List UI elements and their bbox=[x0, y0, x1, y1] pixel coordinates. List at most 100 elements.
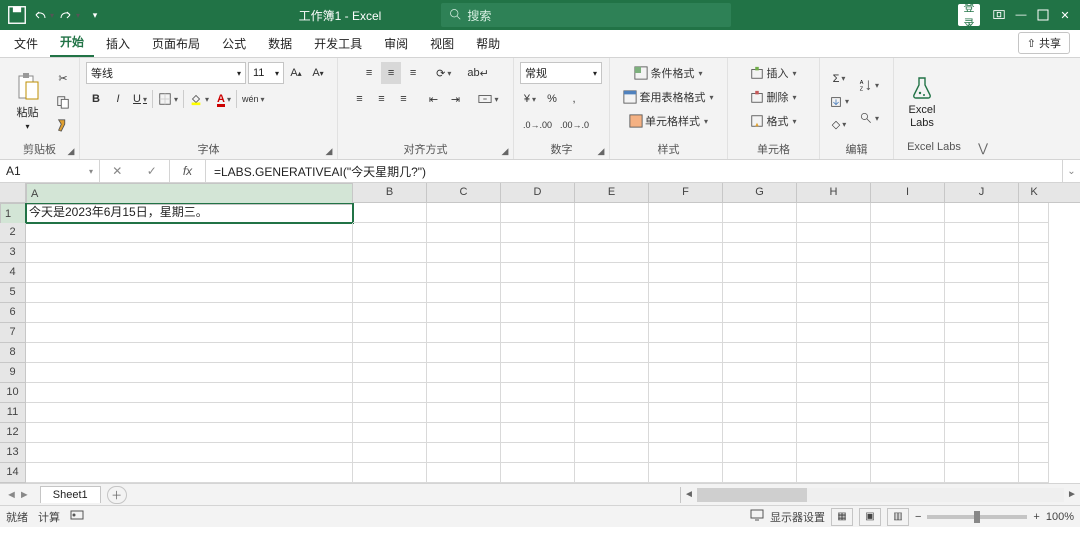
tab-file[interactable]: 文件 bbox=[4, 31, 48, 57]
ribbon-collapse-icon[interactable]: ⋁ bbox=[974, 58, 992, 159]
cell-A12[interactable] bbox=[26, 423, 353, 443]
col-header-E[interactable]: E bbox=[575, 183, 649, 202]
macro-record-icon[interactable] bbox=[70, 508, 84, 525]
cell-A3[interactable] bbox=[26, 243, 353, 263]
cell-H2[interactable] bbox=[797, 223, 871, 243]
increase-decimal-icon[interactable]: .0→.00 bbox=[520, 114, 555, 136]
close-icon[interactable]: ✕ bbox=[1054, 4, 1076, 26]
cell-K7[interactable] bbox=[1019, 323, 1049, 343]
cell-E3[interactable] bbox=[575, 243, 649, 263]
sort-filter-icon[interactable]: AZ bbox=[856, 69, 882, 101]
cell-K3[interactable] bbox=[1019, 243, 1049, 263]
cell-G7[interactable] bbox=[723, 323, 797, 343]
tab-dev[interactable]: 开发工具 bbox=[304, 31, 372, 57]
cell-G10[interactable] bbox=[723, 383, 797, 403]
ribbon-display-icon[interactable] bbox=[988, 4, 1010, 26]
cell-B10[interactable] bbox=[353, 383, 427, 403]
phonetic-icon[interactable]: wén bbox=[239, 88, 268, 110]
row-header-12[interactable]: 12 bbox=[0, 423, 26, 443]
tab-insert[interactable]: 插入 bbox=[96, 31, 140, 57]
cell-G5[interactable] bbox=[723, 283, 797, 303]
cell-I4[interactable] bbox=[871, 263, 945, 283]
tab-layout[interactable]: 页面布局 bbox=[142, 31, 210, 57]
cell-C9[interactable] bbox=[427, 363, 501, 383]
cell-I11[interactable] bbox=[871, 403, 945, 423]
row-header-11[interactable]: 11 bbox=[0, 403, 26, 423]
cell-I1[interactable] bbox=[871, 203, 945, 223]
cell-H14[interactable] bbox=[797, 463, 871, 483]
save-icon[interactable] bbox=[6, 4, 28, 26]
align-right-icon[interactable]: ≡ bbox=[393, 88, 413, 110]
cell-E6[interactable] bbox=[575, 303, 649, 323]
cell-C8[interactable] bbox=[427, 343, 501, 363]
cell-A8[interactable] bbox=[26, 343, 353, 363]
increase-font-icon[interactable]: A▴ bbox=[286, 62, 306, 84]
qa-customize-icon[interactable]: ▾ bbox=[84, 4, 106, 26]
bold-button[interactable]: B bbox=[86, 88, 106, 110]
col-header-A[interactable]: A bbox=[26, 183, 353, 205]
cell-K4[interactable] bbox=[1019, 263, 1049, 283]
cell-B12[interactable] bbox=[353, 423, 427, 443]
cell-J6[interactable] bbox=[945, 303, 1019, 323]
cell-G2[interactable] bbox=[723, 223, 797, 243]
font-color-icon[interactable]: A bbox=[214, 88, 234, 110]
cell-C14[interactable] bbox=[427, 463, 501, 483]
cell-F3[interactable] bbox=[649, 243, 723, 263]
cell-E7[interactable] bbox=[575, 323, 649, 343]
cell-F13[interactable] bbox=[649, 443, 723, 463]
share-button[interactable]: ⇧ 共享 bbox=[1018, 32, 1070, 54]
cell-H1[interactable] bbox=[797, 203, 871, 223]
font-name-select[interactable]: 等线▾ bbox=[86, 62, 246, 84]
row-header-9[interactable]: 9 bbox=[0, 363, 26, 383]
cell-D9[interactable] bbox=[501, 363, 575, 383]
cell-I10[interactable] bbox=[871, 383, 945, 403]
cell-B13[interactable] bbox=[353, 443, 427, 463]
percent-icon[interactable]: % bbox=[542, 88, 562, 110]
row-header-14[interactable]: 14 bbox=[0, 463, 26, 483]
sheet-tab-sheet1[interactable]: Sheet1 bbox=[40, 486, 101, 503]
cell-E11[interactable] bbox=[575, 403, 649, 423]
search-box[interactable]: 搜索 bbox=[441, 3, 731, 27]
cell-J10[interactable] bbox=[945, 383, 1019, 403]
merge-icon[interactable] bbox=[475, 88, 501, 110]
cell-B5[interactable] bbox=[353, 283, 427, 303]
number-format-select[interactable]: 常规▾ bbox=[520, 62, 602, 84]
cell-G1[interactable] bbox=[723, 203, 797, 223]
cell-F6[interactable] bbox=[649, 303, 723, 323]
cell-C5[interactable] bbox=[427, 283, 501, 303]
tab-data[interactable]: 数据 bbox=[258, 31, 302, 57]
cell-I8[interactable] bbox=[871, 343, 945, 363]
italic-button[interactable]: I bbox=[108, 88, 128, 110]
col-header-F[interactable]: F bbox=[649, 183, 723, 202]
wrap-text-icon[interactable]: ab↵ bbox=[464, 62, 491, 84]
col-header-H[interactable]: H bbox=[797, 183, 871, 202]
paste-button[interactable]: 粘贴 ▾ bbox=[6, 70, 49, 134]
cell-F1[interactable] bbox=[649, 203, 723, 223]
cell-C2[interactable] bbox=[427, 223, 501, 243]
cell-H9[interactable] bbox=[797, 363, 871, 383]
cell-E4[interactable] bbox=[575, 263, 649, 283]
row-header-13[interactable]: 13 bbox=[0, 443, 26, 463]
sheet-nav-prev-icon[interactable]: ◄ bbox=[6, 489, 17, 501]
cell-K11[interactable] bbox=[1019, 403, 1049, 423]
col-header-K[interactable]: K bbox=[1019, 183, 1049, 202]
display-settings-label[interactable]: 显示器设置 bbox=[770, 509, 825, 525]
cell-G11[interactable] bbox=[723, 403, 797, 423]
cell-A13[interactable] bbox=[26, 443, 353, 463]
cell-B6[interactable] bbox=[353, 303, 427, 323]
fill-color-icon[interactable] bbox=[186, 88, 212, 110]
cell-G4[interactable] bbox=[723, 263, 797, 283]
cell-D12[interactable] bbox=[501, 423, 575, 443]
cell-K13[interactable] bbox=[1019, 443, 1049, 463]
accounting-format-icon[interactable]: ¥ bbox=[520, 88, 540, 110]
cell-B4[interactable] bbox=[353, 263, 427, 283]
zoom-slider[interactable] bbox=[927, 515, 1027, 519]
cell-D10[interactable] bbox=[501, 383, 575, 403]
row-header-3[interactable]: 3 bbox=[0, 243, 26, 263]
cell-K8[interactable] bbox=[1019, 343, 1049, 363]
excel-labs-button[interactable]: Excel Labs bbox=[900, 70, 944, 134]
cell-A2[interactable] bbox=[26, 223, 353, 243]
minimize-icon[interactable]: — bbox=[1010, 4, 1032, 26]
cell-F12[interactable] bbox=[649, 423, 723, 443]
format-painter-icon[interactable] bbox=[53, 114, 73, 136]
